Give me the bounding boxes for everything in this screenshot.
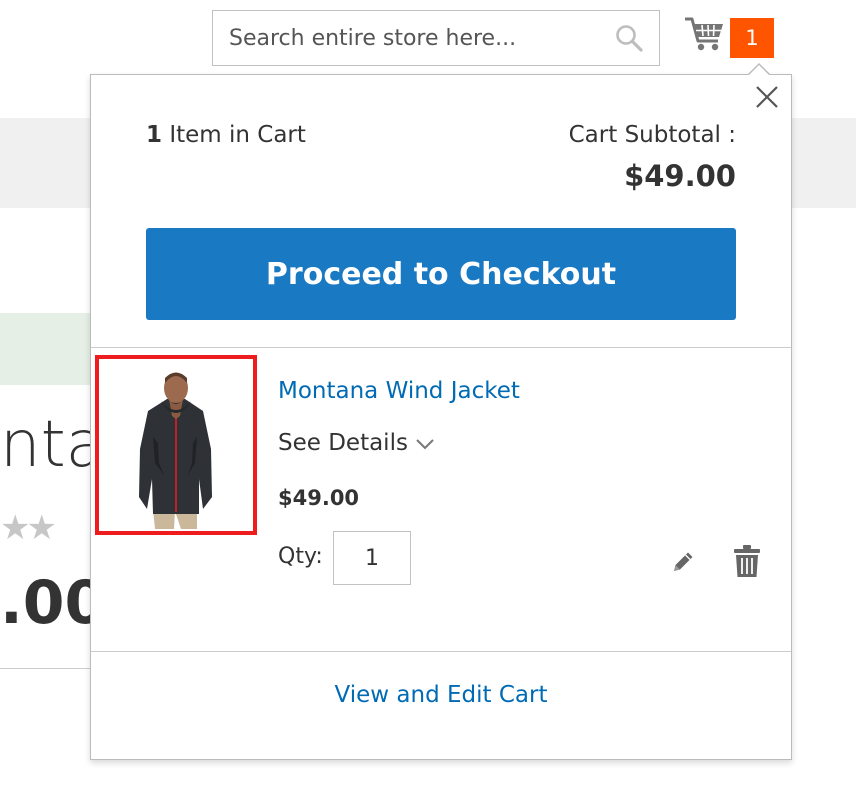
search-input[interactable] [213,11,593,65]
rating-stars: ★★ [0,508,57,548]
search-box [212,10,660,66]
divider [91,651,791,652]
pencil-icon[interactable] [670,549,696,575]
qty-label: Qty: [278,544,323,569]
product-name-link[interactable]: Montana Wind Jacket [278,378,520,404]
cart-subtotal-value: $49.00 [624,159,736,193]
cart-count-badge[interactable]: 1 [730,18,774,58]
trash-icon[interactable] [733,544,761,578]
items-count: 1 Item in Cart [146,122,306,148]
items-count-number: 1 [146,122,163,148]
dropdown-arrow-fill [749,65,769,75]
shopping-cart-icon[interactable] [684,15,724,53]
qty-input[interactable] [333,531,411,585]
success-message-band [0,313,100,385]
divider [91,347,791,348]
divider-line [0,668,100,669]
product-price: $49.00 [278,486,360,510]
chevron-down-icon[interactable] [414,433,436,455]
product-image[interactable] [95,355,257,535]
items-count-label: Item in Cart [169,122,306,148]
cart-subtotal-label: Cart Subtotal : [568,122,736,148]
see-details-toggle[interactable]: See Details [278,430,408,456]
proceed-to-checkout-button[interactable]: Proceed to Checkout [146,228,736,320]
search-icon[interactable] [615,24,643,52]
close-icon[interactable] [754,84,780,110]
jacket-photo [139,372,212,529]
view-and-edit-cart-link[interactable]: View and Edit Cart [90,682,792,708]
